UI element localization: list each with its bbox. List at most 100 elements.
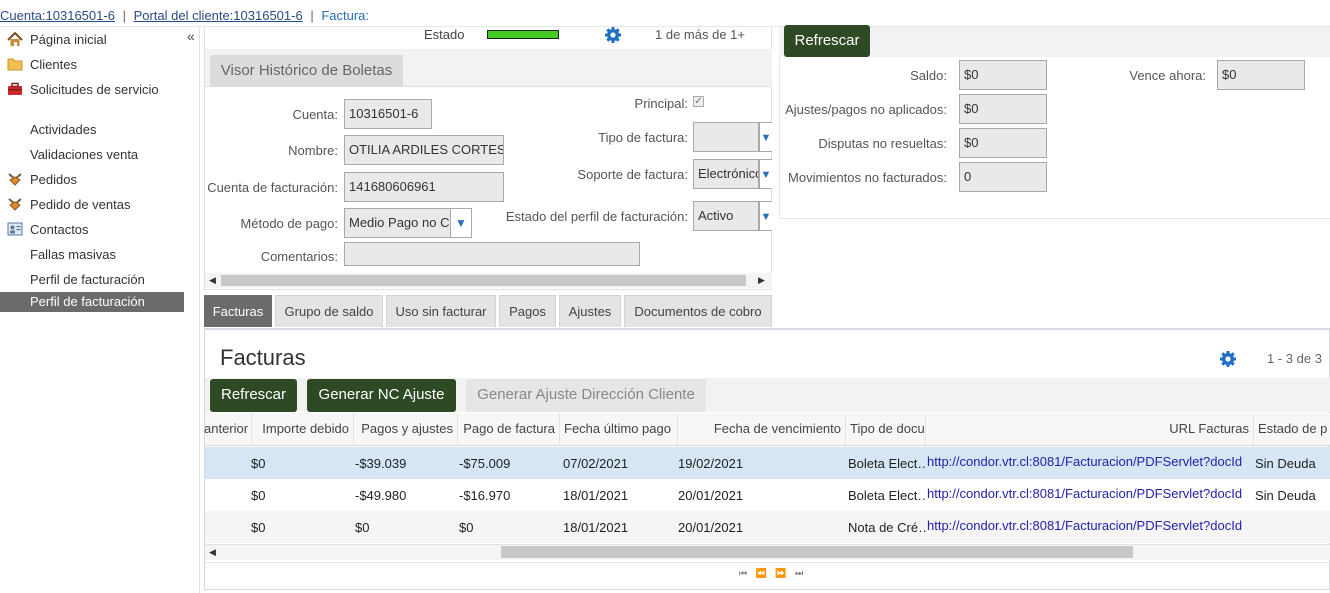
invoices-refresh-button[interactable]: Refrescar: [210, 379, 297, 412]
sidebar-item-sales-validations[interactable]: Validaciones venta: [0, 147, 184, 162]
estado-perfil-dropdown-icon[interactable]: ▼: [759, 201, 772, 231]
column-header-fecha-ultimo-pago[interactable]: Fecha último pago: [560, 413, 678, 445]
cuenta-facturacion-label: Cuenta de facturación:: [207, 180, 338, 195]
saldo-field[interactable]: $0: [959, 60, 1047, 90]
sidebar-item-label: Clientes: [30, 57, 77, 72]
cell-url-link[interactable]: http://condor.vtr.cl:8081/Facturacion/PD…: [927, 518, 1253, 533]
tipo-factura-select[interactable]: [693, 122, 759, 152]
saldo-label: Saldo:: [910, 68, 947, 83]
ajustes-label: Ajustes/pagos no aplicados:: [785, 102, 947, 117]
vence-label: Vence ahora:: [1129, 68, 1206, 83]
comentarios-textarea[interactable]: [344, 242, 640, 266]
sidebar-item-billing-profile[interactable]: Perfil de facturación: [0, 272, 184, 287]
sidebar-item-label: Perfil de facturación: [30, 272, 145, 287]
soporte-factura-label: Soporte de factura:: [577, 167, 688, 182]
scroll-right-arrow-icon[interactable]: ▶: [758, 275, 765, 286]
cell-fecha-vencimiento: 20/01/2021: [678, 520, 744, 535]
column-header-importe-debido[interactable]: Importe debido: [252, 413, 354, 445]
sidebar-item-contacts[interactable]: Contactos: [0, 222, 184, 237]
table-scrollbar-thumb[interactable]: [501, 546, 1133, 558]
next-page-icon[interactable]: ⏩: [775, 568, 786, 578]
folder-icon: [7, 57, 23, 72]
column-header-pago-factura[interactable]: Pago de factura: [458, 413, 560, 445]
movimientos-field[interactable]: 0: [959, 162, 1047, 192]
soporte-factura-select[interactable]: Electrónico: [693, 159, 759, 189]
cell-pagos: -$39.039: [355, 456, 407, 471]
tab-facturas[interactable]: Facturas: [204, 295, 272, 327]
principal-checkbox[interactable]: ✓: [693, 96, 704, 107]
nombre-field[interactable]: OTILIA ARDILES CORTES: [344, 135, 504, 165]
cuenta-field[interactable]: 10316501-6: [344, 99, 432, 129]
tab-documentos-cobro[interactable]: Documentos de cobro: [624, 295, 772, 327]
sidebar-item-mass-failures[interactable]: Fallas masivas: [0, 247, 184, 262]
column-header-anterior[interactable]: anterior: [200, 413, 252, 445]
metodo-pago-select[interactable]: Medio Pago no C: [344, 208, 451, 238]
column-header-pagos-ajustes[interactable]: Pagos y ajustes: [354, 413, 458, 445]
cuenta-label: Cuenta:: [292, 107, 338, 122]
scroll-left-arrow-icon[interactable]: ◀: [209, 547, 216, 558]
estado-perfil-select[interactable]: Activo: [693, 201, 759, 231]
disputas-field[interactable]: $0: [959, 128, 1047, 158]
soporte-factura-dropdown-icon[interactable]: ▼: [759, 159, 772, 189]
cell-fecha-vencimiento: 20/01/2021: [678, 488, 744, 503]
column-header-fecha-vencimiento[interactable]: Fecha de vencimiento: [678, 413, 846, 445]
ajustes-field[interactable]: $0: [959, 94, 1047, 124]
cell-tipo: Nota de Cré…: [848, 520, 926, 535]
toolbox-icon: [7, 82, 23, 97]
sidebar-item-label: Fallas masivas: [30, 247, 116, 262]
gear-icon[interactable]: [604, 26, 622, 47]
sidebar-item-home[interactable]: Página inicial: [0, 31, 184, 47]
invoices-title: Facturas: [220, 345, 306, 370]
form-scrollbar-thumb[interactable]: [221, 275, 746, 286]
cuenta-facturacion-field[interactable]: 141680606961: [344, 172, 504, 202]
cell-fecha-vencimiento: 19/02/2021: [678, 456, 744, 471]
cell-url-link[interactable]: http://condor.vtr.cl:8081/Facturacion/PD…: [927, 486, 1253, 501]
generate-address-adjustment-button[interactable]: Generar Ajuste Dirección Cliente: [466, 379, 706, 412]
cell-tipo: Boleta Elect…: [848, 488, 926, 503]
last-page-icon[interactable]: ⏭: [795, 568, 803, 578]
previous-page-icon[interactable]: ⏪: [756, 568, 767, 578]
cell-pago-factura: -$75.009: [459, 456, 511, 471]
generate-nc-adjustment-button[interactable]: Generar NC Ajuste: [307, 379, 456, 412]
cell-estado: Sin Deuda: [1255, 488, 1316, 503]
sidebar-item-billing-profile-active[interactable]: Perfil de facturación: [0, 292, 184, 312]
metodo-pago-label: Método de pago:: [240, 216, 338, 231]
tipo-factura-label: Tipo de factura:: [598, 130, 688, 145]
cell-estado: Sin Deuda: [1255, 456, 1316, 471]
order-icon: [7, 172, 23, 187]
scroll-left-arrow-icon[interactable]: ◀: [209, 275, 216, 286]
tipo-factura-dropdown-icon[interactable]: ▼: [759, 122, 772, 152]
sidebar-item-label: Pedidos: [30, 172, 77, 187]
comentarios-label: Comentarios:: [260, 249, 338, 264]
pager: ⏮ ⏪ ⏩ ⏭: [739, 568, 803, 579]
breadcrumb-account-link[interactable]: Cuenta:10316501-6: [0, 8, 115, 23]
gear-icon[interactable]: [1219, 350, 1237, 371]
metodo-pago-dropdown-icon[interactable]: ▼: [450, 208, 472, 238]
column-header-url-facturas[interactable]: URL Facturas: [926, 413, 1254, 445]
cell-importe: $0: [251, 488, 266, 503]
estado-label: Estado: [424, 27, 465, 42]
tab-uso-sin-facturar[interactable]: Uso sin facturar: [386, 295, 496, 327]
home-icon: [7, 31, 23, 47]
tab-grupo-saldo[interactable]: Grupo de saldo: [275, 295, 383, 327]
tab-ajustes[interactable]: Ajustes: [559, 295, 621, 327]
sidebar-item-sales-orders[interactable]: Pedido de ventas: [0, 197, 184, 212]
sidebar-item-clients[interactable]: Clientes: [0, 57, 184, 72]
column-header-tipo-documento[interactable]: Tipo de docu: [846, 413, 926, 445]
first-page-icon[interactable]: ⏮: [739, 568, 747, 578]
sidebar-item-service-requests[interactable]: Solicitudes de servicio: [0, 82, 184, 97]
sidebar-item-activities[interactable]: Actividades: [0, 122, 184, 137]
vence-field[interactable]: $0: [1217, 60, 1305, 90]
tab-pagos[interactable]: Pagos: [499, 295, 556, 327]
principal-label: Principal:: [634, 96, 688, 111]
movimientos-label: Movimientos no facturados:: [788, 170, 947, 185]
cell-url-link[interactable]: http://condor.vtr.cl:8081/Facturacion/PD…: [927, 454, 1253, 469]
sidebar-collapse-button[interactable]: «: [187, 28, 195, 44]
sidebar-item-orders[interactable]: Pedidos: [0, 172, 184, 187]
balance-refresh-button[interactable]: Refrescar: [784, 25, 870, 57]
column-header-estado[interactable]: Estado de p: [1254, 413, 1330, 445]
sidebar-item-label: Solicitudes de servicio: [30, 82, 159, 97]
cell-pagos: $0: [355, 520, 370, 535]
breadcrumb-portal-link[interactable]: Portal del cliente:10316501-6: [134, 8, 303, 23]
historic-viewer-button[interactable]: Visor Histórico de Boletas: [210, 55, 403, 87]
